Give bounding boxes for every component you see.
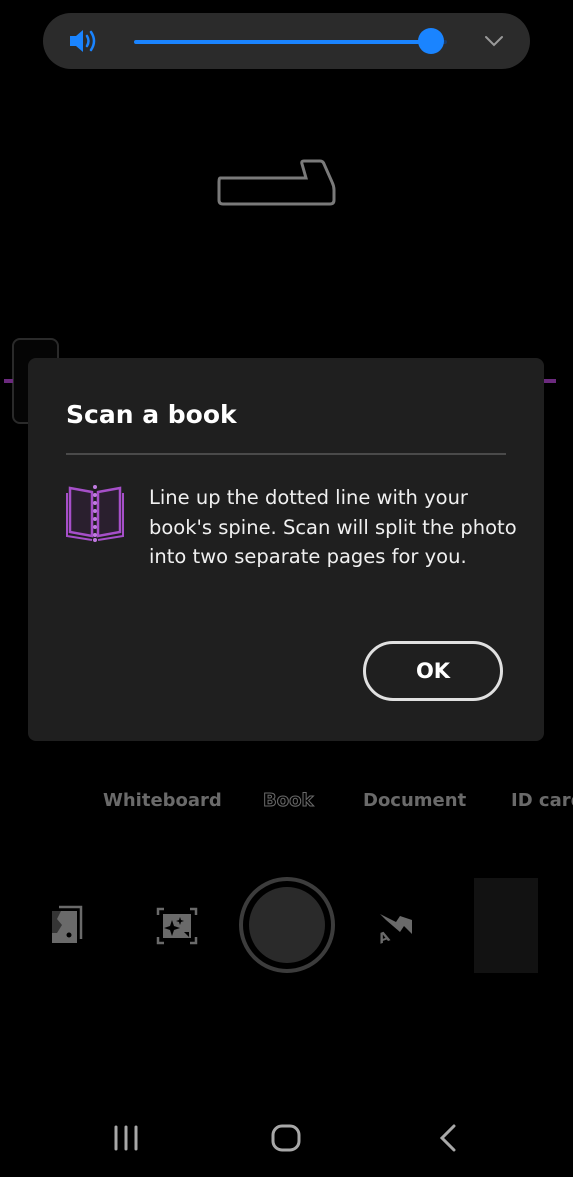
recents-icon[interactable]	[112, 1118, 142, 1158]
dialog-body-text: Line up the dotted line with your book's…	[149, 486, 517, 568]
chevron-down-icon[interactable]	[483, 31, 505, 51]
shutter-button-inner	[249, 887, 325, 963]
mode-tab-whiteboard[interactable]: Whiteboard	[103, 790, 222, 811]
dialog-title: Scan a book	[66, 400, 237, 429]
scan-book-dialog: Scan a book Line up the dotted line with…	[28, 358, 544, 741]
flash-mode-label: A	[376, 929, 392, 944]
ok-button[interactable]: OK	[363, 641, 503, 701]
open-book-icon	[66, 485, 124, 542]
dialog-divider	[66, 453, 506, 455]
auto-capture-icon[interactable]	[156, 906, 198, 946]
import-photos-icon[interactable]	[49, 905, 85, 945]
spine-guide-line-right	[544, 379, 556, 383]
shutter-button[interactable]	[239, 877, 335, 973]
volume-slider-fill[interactable]	[134, 40, 432, 44]
volume-slider-thumb[interactable]	[418, 28, 445, 54]
capture-mode-tabs: Whiteboard Book Document ID card	[0, 790, 573, 818]
book-outline-guide	[217, 159, 336, 206]
home-icon[interactable]	[270, 1118, 302, 1158]
back-icon[interactable]	[436, 1118, 460, 1158]
mode-tab-document[interactable]: Document	[363, 790, 466, 811]
flash-auto-icon[interactable]: A	[376, 912, 414, 944]
last-scan-thumbnail[interactable]	[474, 878, 538, 973]
mode-tab-book[interactable]: Book	[262, 790, 313, 812]
mode-tab-id-card[interactable]: ID card	[511, 790, 573, 811]
volume-panel	[43, 13, 530, 69]
speaker-icon[interactable]	[68, 28, 102, 54]
spine-guide-line-left	[4, 379, 13, 383]
